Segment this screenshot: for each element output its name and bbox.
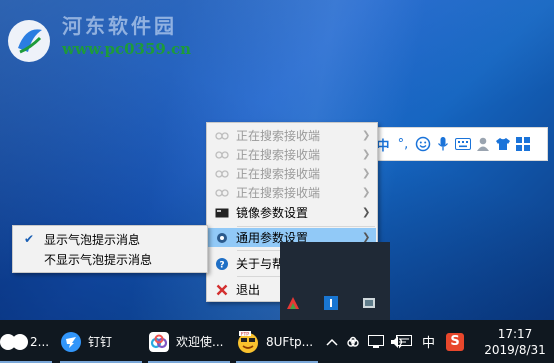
taskbar-item-label: 8UFtp... bbox=[266, 334, 314, 349]
chevron-right-icon: ❯ bbox=[362, 149, 371, 160]
clock-time: 17:17 bbox=[497, 327, 533, 341]
ime-punctuation-button[interactable]: °, bbox=[393, 133, 413, 155]
mirror-app-icon[interactable] bbox=[286, 296, 300, 310]
chevron-right-icon: ❯ bbox=[362, 207, 371, 218]
link-icon bbox=[208, 150, 236, 160]
app-icon bbox=[12, 333, 28, 350]
taskbar: 2... 钉钉 欢迎使... FTP 8UFtp... 中 S 17:17 20… bbox=[0, 320, 554, 363]
cloud-app-icon bbox=[149, 331, 169, 352]
menu-item-label: 正在搜索接收端 bbox=[236, 129, 321, 143]
menu-item-searching-3: 正在搜索接收端 ❯ bbox=[208, 164, 376, 183]
taskbar-item-8uftp[interactable]: FTP 8UFtp... bbox=[236, 320, 318, 363]
submenu-item-hide-bubble[interactable]: 不显示气泡提示消息 bbox=[14, 249, 207, 269]
watermark-logo bbox=[8, 20, 50, 62]
info-app-icon[interactable] bbox=[324, 296, 338, 310]
network-app-icon[interactable] bbox=[362, 296, 376, 310]
help-icon: ? bbox=[208, 257, 236, 271]
taskbar-item-dingtalk[interactable]: 钉钉 bbox=[60, 320, 142, 363]
sogou-logo-icon: S bbox=[446, 332, 464, 351]
general-settings-submenu: ✔ 显示气泡提示消息 不显示气泡提示消息 bbox=[12, 225, 208, 273]
network-icon[interactable] bbox=[368, 320, 386, 363]
ftp-smiley-icon: FTP bbox=[238, 330, 258, 353]
gear-icon bbox=[208, 231, 236, 245]
chevron-right-icon: ❯ bbox=[362, 168, 371, 179]
checkmark-icon: ✔ bbox=[23, 232, 35, 246]
menu-separator bbox=[237, 226, 375, 227]
system-clock[interactable]: 17:17 2019/8/31 bbox=[478, 326, 552, 358]
sogou-tray-icon[interactable]: S bbox=[446, 320, 470, 363]
emoji-icon[interactable] bbox=[413, 133, 433, 155]
notification-icon[interactable] bbox=[396, 320, 414, 363]
watermark-url: www.pc0359.cn bbox=[62, 40, 192, 58]
taskbar-item-welcome[interactable]: 欢迎使... bbox=[148, 320, 230, 363]
close-icon bbox=[208, 284, 236, 296]
menu-item-label: 正在搜索接收端 bbox=[236, 167, 321, 181]
cloud-tray-icon[interactable] bbox=[346, 320, 364, 363]
chevron-right-icon: ❯ bbox=[362, 130, 371, 141]
monitor-icon bbox=[208, 208, 236, 218]
link-icon bbox=[208, 131, 236, 141]
taskbar-item-label: 欢迎使... bbox=[176, 335, 224, 349]
taskbar-item-label: 钉钉 bbox=[88, 335, 113, 349]
submenu-item-label: 不显示气泡提示消息 bbox=[44, 252, 153, 267]
watermark-title: 河东软件园 bbox=[62, 14, 177, 38]
menu-item-searching-2: 正在搜索接收端 ❯ bbox=[208, 145, 376, 164]
dingtalk-icon bbox=[61, 331, 81, 352]
ime-mode-indicator[interactable]: 中 bbox=[422, 320, 440, 363]
chevron-up-icon[interactable] bbox=[326, 320, 344, 363]
menu-item-label: 镜像参数设置 bbox=[236, 206, 309, 220]
svg-text:FTP: FTP bbox=[241, 331, 249, 337]
menu-item-searching-4: 正在搜索接收端 ❯ bbox=[208, 183, 376, 202]
tray-overflow-panel bbox=[280, 242, 390, 320]
menu-item-mirror-settings[interactable]: 镜像参数设置 ❯ bbox=[208, 203, 376, 222]
submenu-item-label: 显示气泡提示消息 bbox=[44, 232, 141, 247]
taskbar-item-1[interactable]: 2... bbox=[0, 320, 52, 363]
submenu-item-show-bubble[interactable]: ✔ 显示气泡提示消息 bbox=[14, 229, 207, 249]
menu-item-label: 正在搜索接收端 bbox=[236, 186, 321, 200]
menu-item-label: 正在搜索接收端 bbox=[236, 148, 321, 162]
chevron-right-icon: ❯ bbox=[362, 187, 371, 198]
keyboard-icon[interactable] bbox=[453, 133, 473, 155]
shirt-icon[interactable] bbox=[493, 133, 513, 155]
svg-text:?: ? bbox=[219, 260, 224, 270]
link-icon bbox=[208, 169, 236, 179]
clock-date: 2019/8/31 bbox=[484, 343, 546, 357]
taskbar-item-label: 2... bbox=[30, 334, 50, 349]
mic-icon[interactable] bbox=[433, 133, 453, 155]
menu-item-searching-1: 正在搜索接收端 ❯ bbox=[208, 126, 376, 145]
user-icon[interactable] bbox=[473, 133, 493, 155]
link-icon bbox=[208, 188, 236, 198]
grid-icon[interactable] bbox=[513, 133, 533, 155]
